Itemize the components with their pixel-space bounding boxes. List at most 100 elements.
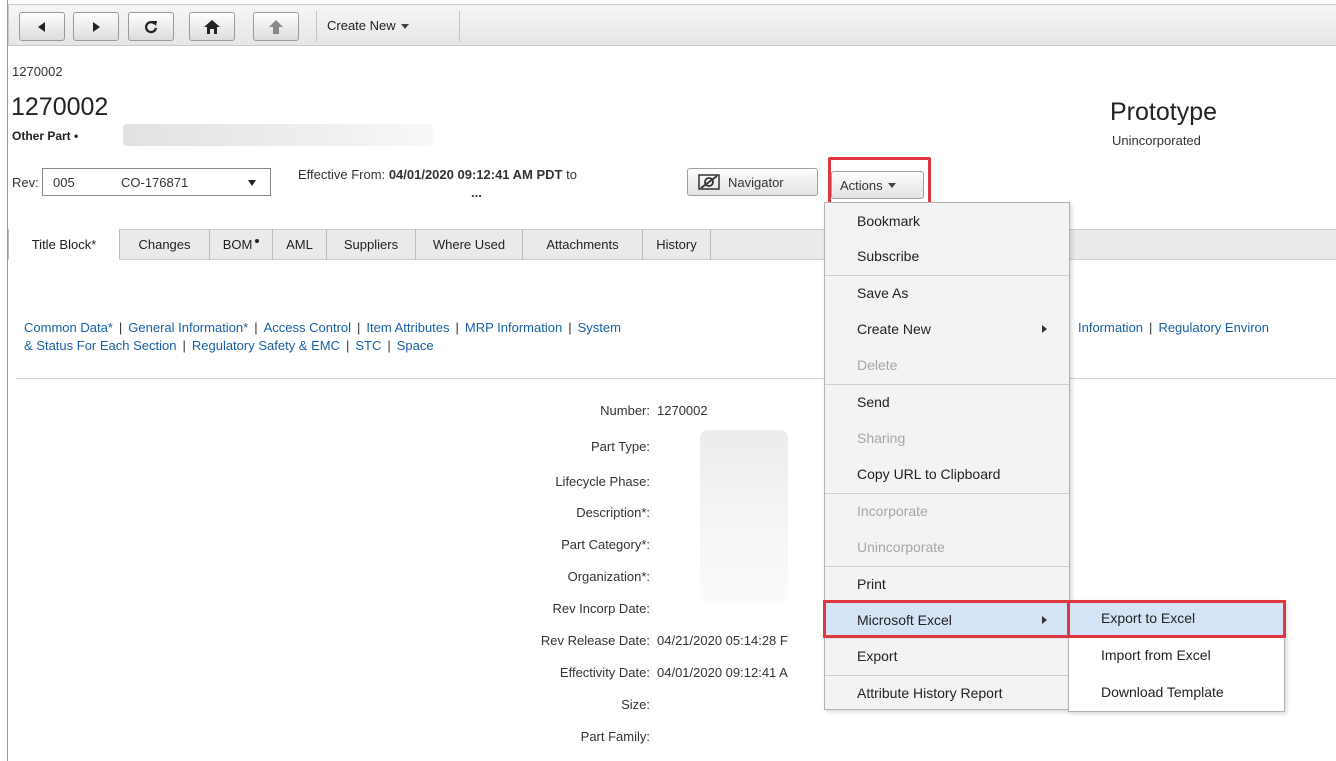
menu-item-send[interactable]: Send <box>825 385 1069 421</box>
section-link[interactable]: STC <box>355 338 381 353</box>
actions-button[interactable]: Actions <box>831 171 924 199</box>
section-link[interactable]: System <box>578 320 621 335</box>
field-label: Part Family: <box>580 729 650 744</box>
section-link[interactable]: Common Data* <box>24 320 113 335</box>
tab-bom[interactable]: BOM <box>210 229 273 260</box>
home-icon <box>204 19 220 34</box>
rev-select[interactable]: 005 CO-176871 <box>42 168 271 196</box>
effective-label: Effective From: <box>298 167 386 182</box>
actions-label: Actions <box>840 177 883 193</box>
tab-aml[interactable]: AML <box>273 229 327 260</box>
menu-item-label: Bookmark <box>857 213 921 229</box>
menu-item-incorporate: Incorporate <box>825 494 1069 530</box>
section-link[interactable]: & Status For Each Section <box>24 338 176 353</box>
field-label: Effectivity Date: <box>559 665 650 680</box>
forward-button[interactable] <box>73 12 119 41</box>
up-arrow-icon <box>269 19 283 34</box>
menu-item-label: Print <box>857 576 886 592</box>
tab-label: Suppliers <box>343 237 399 252</box>
menu-item-label: Send <box>857 394 890 410</box>
field-label: Organization*: <box>567 569 650 584</box>
effective-to-dots: ... <box>471 185 482 200</box>
modified-dot-icon <box>255 239 260 243</box>
menu-item-label: Attribute History Report <box>857 685 1003 701</box>
object-subtitle: Other Part • <box>12 129 79 143</box>
create-new-menu[interactable]: Create New <box>327 18 409 33</box>
submenu-arrow-icon <box>1042 325 1047 333</box>
section-link[interactable]: Access Control <box>264 320 351 335</box>
menu-item-subscribe[interactable]: Subscribe <box>825 239 1069 275</box>
rev-label: Rev: <box>12 175 39 190</box>
tab-label: BOM <box>222 237 253 252</box>
section-divider <box>16 378 1336 379</box>
menu-item-label: Import from Excel <box>1101 647 1211 663</box>
rev-change-order: CO-176871 <box>121 175 189 190</box>
redacted-description <box>123 124 433 146</box>
caret-down-icon <box>887 182 896 188</box>
field-value: 04/01/2020 09:12:41 A <box>657 665 788 680</box>
menu-item-label: Save As <box>857 285 909 301</box>
menu-item-download-template[interactable]: Download Template <box>1069 675 1284 711</box>
field-label: Rev Release Date: <box>540 633 650 648</box>
section-links-tail: Information | Regulatory Environ <box>1078 320 1269 335</box>
tab-label: Title Block* <box>31 237 97 252</box>
lifecycle-status: Prototype <box>1110 98 1218 126</box>
menu-item-save-as[interactable]: Save As <box>825 276 1069 312</box>
field-label: Part Category*: <box>561 537 650 552</box>
tab-label: Where Used <box>432 237 506 252</box>
menu-item-label: Download Template <box>1101 684 1224 700</box>
menu-item-label: Subscribe <box>857 248 920 264</box>
tab-title-block[interactable]: Title Block* <box>8 229 120 260</box>
export-annotation-box <box>1067 600 1286 638</box>
object-number-title: 1270002 <box>11 93 109 121</box>
toolbar-separator <box>316 11 317 42</box>
menu-item-copy-url[interactable]: Copy URL to Clipboard <box>825 457 1069 493</box>
menu-item-label: Create New <box>857 321 931 337</box>
forward-arrow-icon <box>93 21 100 32</box>
up-button[interactable] <box>253 12 299 41</box>
section-link[interactable]: Item Attributes <box>366 320 449 335</box>
menu-item-create-new[interactable]: Create New <box>825 312 1069 348</box>
effective-date: 04/01/2020 09:12:41 AM PDT <box>388 167 563 182</box>
tab-suppliers[interactable]: Suppliers <box>327 229 416 260</box>
back-arrow-icon <box>38 21 45 32</box>
field-label: Part Type: <box>590 439 650 454</box>
section-link[interactable]: Space <box>397 338 434 353</box>
menu-item-label: Sharing <box>857 430 906 446</box>
section-link[interactable]: General Information* <box>128 320 248 335</box>
menu-item-export[interactable]: Export <box>825 639 1069 675</box>
section-link[interactable]: MRP Information <box>465 320 562 335</box>
menu-item-unincorporate: Unincorporate <box>825 530 1069 566</box>
menu-item-print[interactable]: Print <box>825 567 1069 603</box>
rev-value: 005 <box>53 175 75 190</box>
effective-from: Effective From: 04/01/2020 09:12:41 AM P… <box>298 167 577 182</box>
tab-where-used[interactable]: Where Used <box>416 229 523 260</box>
field-label: Lifecycle Phase: <box>555 474 650 489</box>
navigator-button[interactable]: Navigator <box>687 168 818 196</box>
tab-attachments[interactable]: Attachments <box>523 229 643 260</box>
menu-item-bookmark[interactable]: Bookmark <box>825 204 1069 240</box>
back-button[interactable] <box>19 12 65 41</box>
redacted-values <box>700 430 788 605</box>
menu-item-delete: Delete <box>825 348 1069 384</box>
menu-item-label: Incorporate <box>857 503 928 519</box>
tab-history[interactable]: History <box>643 229 711 260</box>
menu-item-attribute-history-report[interactable]: Attribute History Report <box>825 676 1069 712</box>
field-value: 04/21/2020 05:14:28 F <box>657 633 788 648</box>
menu-item-label: Copy URL to Clipboard <box>857 466 1001 482</box>
frame-border <box>7 0 8 761</box>
caret-down-icon <box>400 24 409 30</box>
field-label: Rev Incorp Date: <box>552 601 650 616</box>
section-link[interactable]: Information <box>1078 320 1143 335</box>
tab-changes[interactable]: Changes <box>120 229 210 260</box>
toolbar-separator <box>459 11 460 42</box>
menu-item-label: Delete <box>857 357 898 373</box>
section-link[interactable]: Regulatory Environ <box>1158 320 1269 335</box>
section-link[interactable]: Regulatory Safety & EMC <box>192 338 340 353</box>
home-button[interactable] <box>189 12 235 41</box>
tab-label: AML <box>286 237 313 252</box>
refresh-button[interactable] <box>128 12 174 41</box>
field-label: Size: <box>621 697 650 712</box>
menu-item-import-from-excel[interactable]: Import from Excel <box>1069 638 1284 674</box>
excel-annotation-box <box>823 600 1070 638</box>
